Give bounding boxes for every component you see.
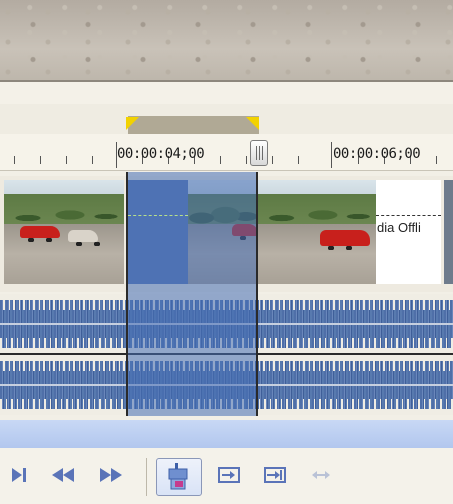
fast-forward-icon xyxy=(100,468,122,482)
time-selection[interactable] xyxy=(127,172,257,416)
loop-region[interactable] xyxy=(128,116,259,134)
move-in-point-button[interactable] xyxy=(214,460,244,490)
loop-end-handle[interactable] xyxy=(246,117,259,130)
media-offline-label: dia Offli xyxy=(377,220,421,235)
span-button[interactable] xyxy=(306,460,336,490)
video-preview xyxy=(0,0,453,82)
toolbar-separator xyxy=(146,458,147,496)
video-thumbnail xyxy=(444,180,453,284)
ruler-timecode-label: 00:00:06;00 xyxy=(333,146,421,162)
timeline-scrollbar[interactable] xyxy=(0,420,453,448)
fade-envelope-line[interactable] xyxy=(376,215,441,216)
selection-fade-line xyxy=(128,215,188,216)
ruler-timecode-label: 00:00:04;00 xyxy=(117,146,205,162)
marker-bar[interactable] xyxy=(0,82,453,105)
video-thumbnail xyxy=(258,180,376,284)
align-in-icon xyxy=(218,467,240,483)
skip-to-end-icon xyxy=(12,468,26,482)
align-out-icon xyxy=(264,467,286,483)
go-to-end-button[interactable] xyxy=(4,460,34,490)
move-out-point-button[interactable] xyxy=(260,460,290,490)
loop-start-handle[interactable] xyxy=(126,117,139,130)
span-icon xyxy=(312,471,330,479)
rewind-icon xyxy=(52,468,74,482)
video-thumbnail xyxy=(4,180,124,284)
loop-playback-button[interactable] xyxy=(156,458,202,496)
fast-forward-button[interactable] xyxy=(96,460,126,490)
rewind-button[interactable] xyxy=(48,460,78,490)
selection-end-edge[interactable] xyxy=(256,172,258,416)
playhead-handle[interactable] xyxy=(250,140,268,166)
selection-start-edge[interactable] xyxy=(126,172,128,416)
loop-region-icon xyxy=(168,463,188,490)
